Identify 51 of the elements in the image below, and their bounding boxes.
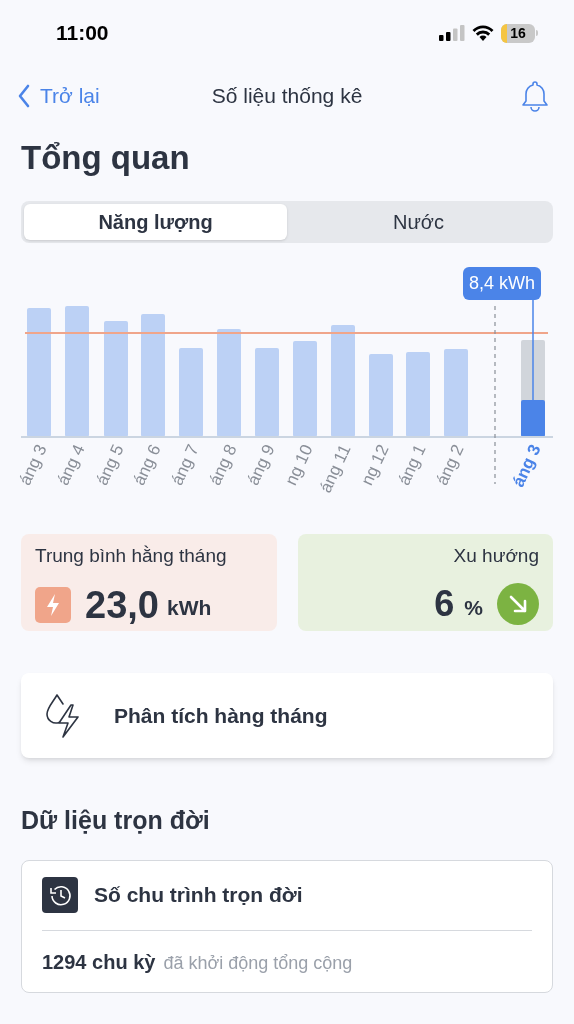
month-label: áng 11 [315, 441, 355, 496]
monthly-analysis-button[interactable]: Phân tích hàng tháng [21, 673, 553, 758]
month-label: áng 1 [394, 441, 430, 489]
trend-label: Xu hướng [453, 544, 539, 568]
bell-icon [520, 80, 550, 112]
bar[interactable] [369, 354, 393, 437]
month-label: áng 7 [167, 441, 203, 489]
bar[interactable] [104, 321, 128, 437]
notifications-button[interactable] [520, 80, 550, 112]
history-icon [42, 877, 78, 913]
month-label: áng 9 [243, 441, 279, 489]
bar[interactable] [331, 325, 355, 437]
bar[interactable] [141, 314, 165, 437]
average-value: 23,0 [85, 582, 159, 628]
bar[interactable] [444, 349, 468, 437]
bar[interactable] [65, 306, 89, 437]
bar[interactable] [179, 348, 203, 437]
month-label: áng 4 [53, 441, 89, 489]
chevron-left-icon [18, 84, 30, 108]
average-label: Trung bình hằng tháng [35, 544, 228, 568]
cycle-note: đã khởi động tổng cộng [163, 951, 353, 975]
bar[interactable] [255, 348, 279, 437]
overview-heading: Tổng quan [20, 138, 191, 178]
cycle-count: 1294 chu kỳ [42, 949, 156, 975]
trend-value: 6 [434, 581, 455, 626]
average-unit: kWh [166, 595, 212, 622]
current-bar[interactable] [521, 340, 545, 437]
month-label: áng 2 [432, 441, 468, 489]
lightning-icon [35, 587, 71, 623]
wifi-icon [472, 25, 494, 41]
battery-icon: 16 [501, 23, 535, 43]
segment-tab[interactable]: Năng lượng [24, 204, 287, 240]
value-tooltip: 8,4 kWh [463, 267, 542, 300]
bar[interactable] [293, 341, 317, 437]
status-time: 11:00 [56, 20, 109, 47]
lifetime-heading: Dữ liệu trọn đời [20, 805, 211, 836]
page-title: Số liệu thống kê [211, 83, 363, 110]
month-label: áng 6 [129, 441, 165, 489]
lifetime-title: Số chu trình trọn đời [94, 882, 303, 909]
month-label: ng 12 [357, 441, 393, 489]
month-label: áng 3 [15, 441, 51, 489]
bar[interactable] [406, 352, 430, 437]
signal-icon [439, 25, 465, 41]
month-label: áng 3 [508, 441, 545, 490]
bar[interactable] [27, 308, 51, 437]
bar[interactable] [217, 329, 241, 437]
month-label: áng 5 [92, 441, 128, 489]
month-label: ng 10 [281, 441, 317, 489]
segment-tab[interactable]: Nước [287, 204, 550, 240]
trend-unit: % [464, 594, 483, 621]
month-label: áng 8 [205, 441, 241, 489]
